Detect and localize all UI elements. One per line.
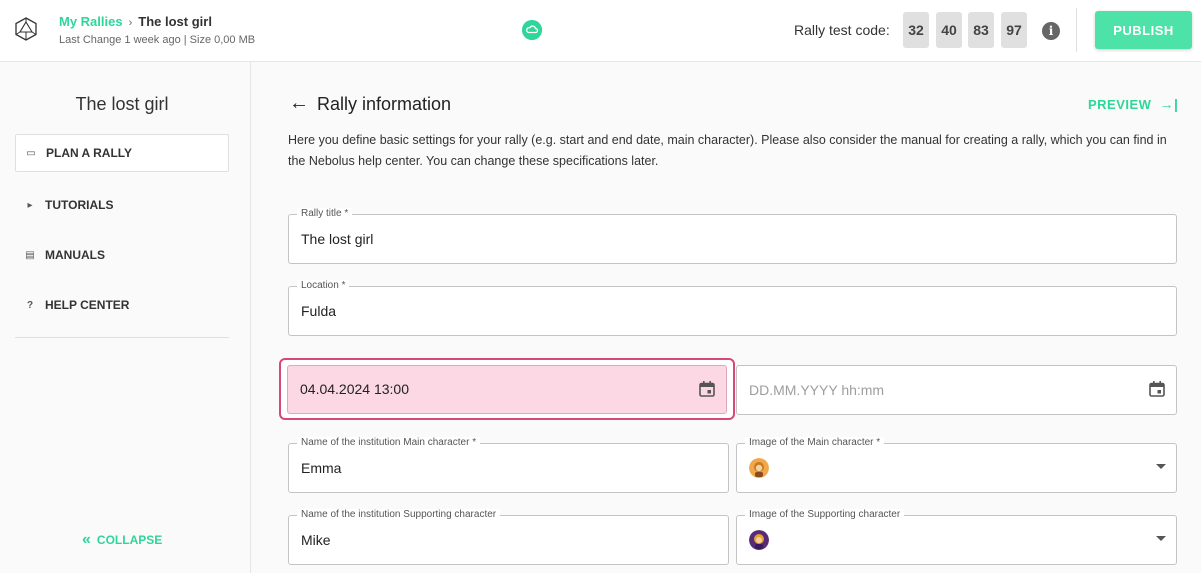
top-bar: My Rallies › The lost girl Last Change 1 w… — [0, 0, 1201, 62]
field-value: Fulda — [301, 303, 337, 319]
supporting-character-image-select[interactable]: Image of the Supporting character — [736, 509, 1177, 565]
sidebar-item-label: PLAN A RALLY — [46, 146, 133, 160]
field-placeholder: DD.MM.YYYY hh:mm — [749, 382, 885, 398]
breadcrumb: My Rallies › The lost girl — [59, 14, 212, 29]
breadcrumb-separator: › — [128, 17, 133, 29]
test-code-digit: 32 — [903, 12, 929, 48]
sidebar-item-manuals[interactable]: ▤ MANUALS — [15, 236, 229, 274]
supporting-character-avatar — [749, 530, 769, 550]
sidebar-divider — [15, 337, 229, 338]
sidebar-item-label: HELP CENTER — [45, 298, 130, 312]
field-value: 04.04.2024 13:00 — [300, 381, 409, 397]
sidebar-item-tutorials[interactable]: ▸ TUTORIALS — [15, 186, 229, 224]
start-date-field[interactable]: 04.04.2024 13:00 — [287, 365, 727, 414]
dropdown-arrow-icon — [1156, 536, 1166, 541]
rally-title-field[interactable]: Rally title * The lost girl — [288, 208, 1177, 264]
collapse-button[interactable]: « COLLAPSE — [82, 531, 162, 549]
cloud-sync-icon — [522, 20, 542, 40]
end-date-field[interactable]: DD.MM.YYYY hh:mm — [736, 365, 1177, 415]
back-arrow-icon[interactable]: ← — [289, 92, 309, 115]
sidebar-item-label: TUTORIALS — [45, 198, 114, 212]
sidebar-item-help-center[interactable]: ? HELP CENTER — [15, 286, 229, 324]
field-label: Image of the Main character * — [745, 437, 885, 449]
field-label: Location * — [297, 280, 350, 292]
divider — [1076, 8, 1077, 52]
preview-label: PREVIEW — [1088, 96, 1152, 112]
play-icon: ▸ — [27, 199, 33, 211]
document-icon: ▤ — [25, 249, 35, 261]
breadcrumb-current: The lost girl — [138, 14, 212, 29]
test-code-label: Rally test code: — [794, 22, 890, 38]
question-icon: ? — [26, 299, 34, 311]
test-code-digit: 40 — [936, 12, 962, 48]
sidebar-item-plan-a-rally[interactable]: ▭ PLAN A RALLY — [15, 134, 229, 172]
supporting-character-name-field[interactable]: Name of the institution Supporting chara… — [288, 509, 729, 565]
calendar-icon[interactable] — [698, 380, 716, 398]
field-value: Mike — [301, 532, 331, 548]
location-field[interactable]: Location * Fulda — [288, 280, 1177, 336]
chevrons-left-icon: « — [82, 531, 91, 548]
sidebar-item-label: MANUALS — [45, 248, 105, 262]
main-character-name-field[interactable]: Name of the institution Main character *… — [288, 437, 729, 493]
logo-icon[interactable] — [14, 17, 38, 41]
main-character-avatar — [749, 458, 769, 478]
main-character-image-select[interactable]: Image of the Main character * — [736, 437, 1177, 493]
info-icon[interactable]: i — [1042, 22, 1060, 40]
test-code-digit: 83 — [968, 12, 994, 48]
field-value: Emma — [301, 460, 342, 476]
field-value: The lost girl — [301, 231, 374, 247]
page-title: Rally information — [317, 94, 452, 114]
gamepad-icon: ▭ — [26, 147, 36, 159]
sidebar: The lost girl ▭ PLAN A RALLY ▸ TUTORIALS… — [0, 62, 251, 573]
main-content: ← Rally information PREVIEW →| Here you … — [252, 62, 1201, 573]
breadcrumb-my-rallies-link[interactable]: My Rallies — [59, 14, 123, 29]
calendar-icon[interactable] — [1148, 380, 1166, 398]
page-description: Here you define basic settings for your … — [288, 133, 1167, 168]
publish-button[interactable]: PUBLISH — [1095, 11, 1192, 49]
dropdown-arrow-icon — [1156, 464, 1166, 469]
field-label: Name of the institution Supporting chara… — [297, 509, 501, 521]
last-change-meta: Last Change 1 week ago | Size 0,00 MB — [59, 34, 256, 46]
preview-button[interactable]: PREVIEW →| — [1088, 96, 1178, 112]
sidebar-title: The lost girl — [75, 94, 169, 114]
field-label: Image of the Supporting character — [745, 509, 905, 521]
start-date-highlight: 04.04.2024 13:00 — [279, 358, 735, 420]
field-label: Rally title * — [297, 208, 353, 220]
collapse-label: COLLAPSE — [96, 533, 163, 547]
field-label: Name of the institution Main character * — [297, 437, 481, 449]
arrow-right-bar-icon: →| — [1159, 96, 1179, 112]
test-code-digit: 97 — [1001, 12, 1027, 48]
